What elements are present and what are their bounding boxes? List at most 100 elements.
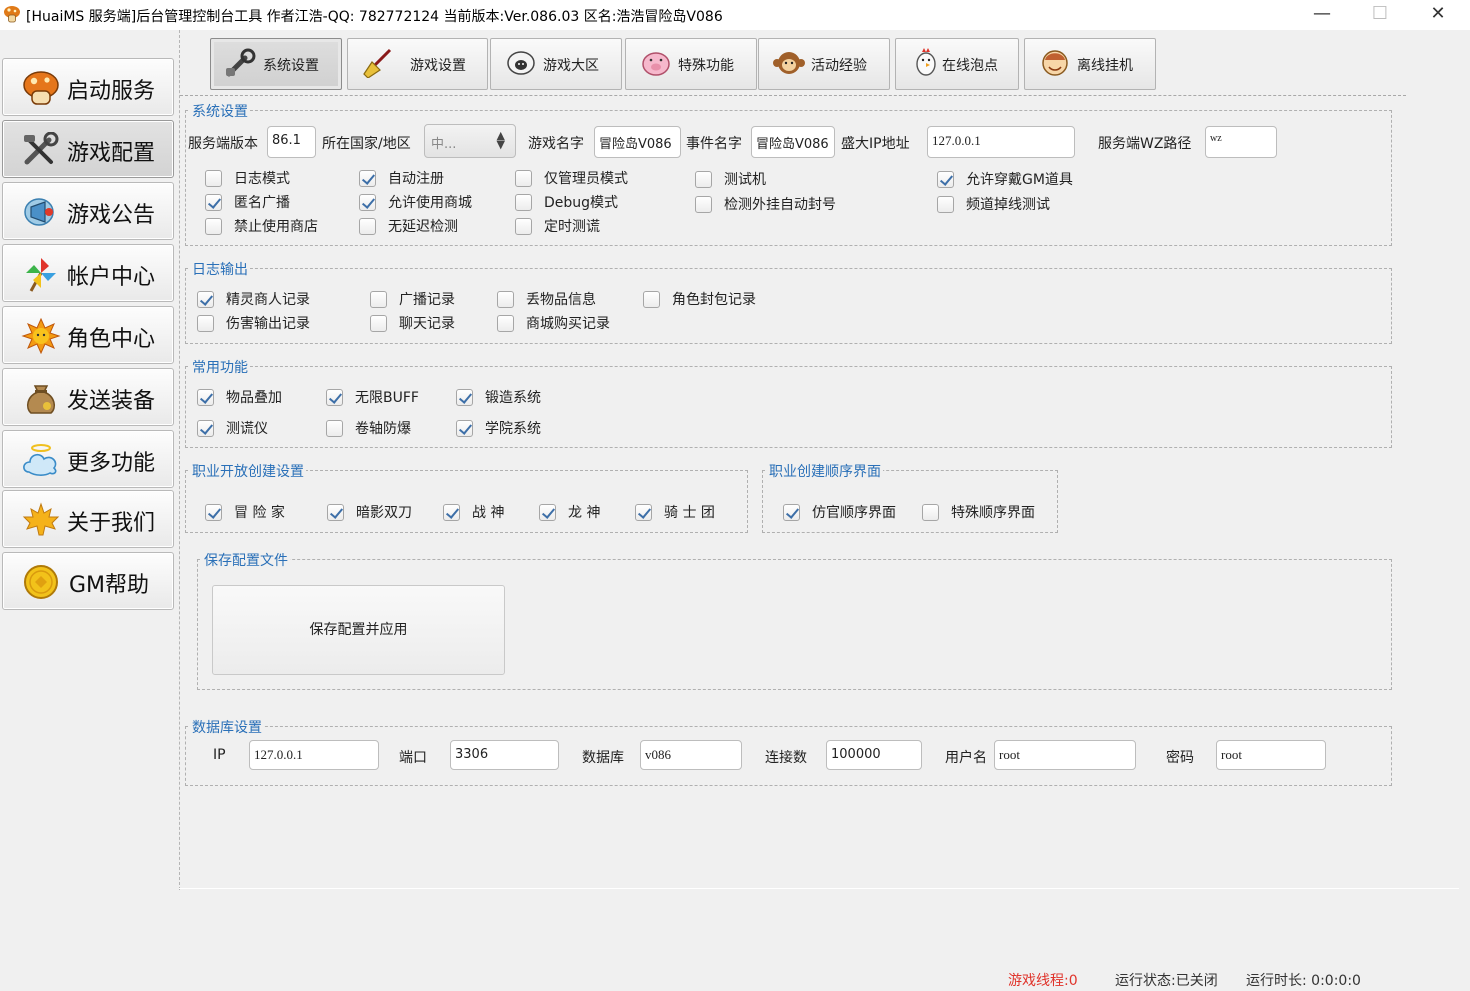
db-port-input[interactable]: 3306 <box>450 740 559 770</box>
checkbox-timed-lie-detector[interactable]: 定时测谎 <box>515 216 600 236</box>
checkbox-box[interactable] <box>327 503 344 521</box>
db-username-input[interactable]: root <box>994 740 1136 770</box>
game-name-input[interactable]: 冒险岛V086 <box>594 126 681 158</box>
checkbox-box[interactable] <box>497 290 514 308</box>
checkbox-special-order[interactable]: 特殊顺序界面 <box>922 502 1035 522</box>
checkbox-box[interactable] <box>539 503 556 521</box>
checkbox-box[interactable] <box>937 195 954 213</box>
checkbox-infinite-buff[interactable]: 无限BUFF <box>326 387 419 407</box>
db-password-input[interactable]: root <box>1216 740 1326 770</box>
checkbox-allow-cash-shop[interactable]: 允许使用商城 <box>359 192 472 212</box>
checkbox-auto-ban-cheats[interactable]: 检测外挂自动封号 <box>695 194 836 214</box>
db-ip-input[interactable]: 127.0.0.1 <box>249 740 379 770</box>
checkbox-admin-only[interactable]: 仅管理员模式 <box>515 168 628 188</box>
checkbox-damage-log[interactable]: 伤害输出记录 <box>197 313 310 333</box>
sidebar-item-game-config[interactable]: 游戏配置 <box>2 120 174 178</box>
db-name-input[interactable]: v086 <box>640 740 742 770</box>
minimize-button[interactable]: — <box>1294 0 1350 30</box>
region-select[interactable]: 中... ▲ ▼ <box>424 124 516 158</box>
checkbox-lie-detector[interactable]: 测谎仪 <box>197 418 268 438</box>
checkbox-box[interactable] <box>643 290 660 308</box>
tab-special-features[interactable]: 特殊功能 <box>625 38 757 90</box>
checkbox-box[interactable] <box>783 503 800 521</box>
checkbox-box[interactable] <box>497 314 514 332</box>
checkbox-broadcast-log[interactable]: 广播记录 <box>370 289 455 309</box>
checkbox-box[interactable] <box>456 419 473 437</box>
sidebar-item-account-center[interactable]: 帐户中心 <box>2 244 174 302</box>
checkbox-box[interactable] <box>205 193 222 211</box>
checkbox-job-evan[interactable]: 龙 神 <box>539 502 600 522</box>
sidebar-item-start-service[interactable]: 启动服务 <box>2 58 174 116</box>
wz-path-input[interactable]: wz <box>1205 126 1277 158</box>
checkbox-allow-gm-items[interactable]: 允许穿戴GM道具 <box>937 169 1073 189</box>
checkbox-box[interactable] <box>205 217 222 235</box>
checkbox-official-order[interactable]: 仿官顺序界面 <box>783 502 896 522</box>
close-button[interactable]: ✕ <box>1410 0 1466 30</box>
save-and-apply-button[interactable]: 保存配置并应用 <box>212 585 505 675</box>
event-name-input[interactable]: 冒险岛V086 <box>751 126 835 158</box>
tab-online-points[interactable]: 在线泡点 <box>895 38 1019 90</box>
checkbox-job-adventurer[interactable]: 冒 险 家 <box>205 502 285 522</box>
checkbox-box[interactable] <box>197 388 214 406</box>
checkbox-box[interactable] <box>515 169 532 187</box>
shanda-ip-input[interactable]: 127.0.0.1 <box>927 126 1075 158</box>
db-connections-input[interactable]: 100000 <box>826 740 922 770</box>
sidebar-item-character-center[interactable]: 角色中心 <box>2 306 174 364</box>
checkbox-box[interactable] <box>515 193 532 211</box>
checkbox-box[interactable] <box>695 170 712 188</box>
checkbox-packet-log[interactable]: 角色封包记录 <box>643 289 756 309</box>
tab-system-settings[interactable]: 系统设置 <box>210 38 342 90</box>
checkbox-debug-mode[interactable]: Debug模式 <box>515 192 618 212</box>
tab-game-region[interactable]: 游戏大区 <box>490 38 622 90</box>
sidebar-item-gm-help[interactable]: GM帮助 <box>2 552 174 610</box>
sidebar-item-send-equipment[interactable]: 发送装备 <box>2 368 174 426</box>
checkbox-academy-system[interactable]: 学院系统 <box>456 418 541 438</box>
checkbox-box[interactable] <box>197 314 214 332</box>
checkbox-box[interactable] <box>515 217 532 235</box>
checkbox-box[interactable] <box>370 290 387 308</box>
checkbox-log-mode[interactable]: 日志模式 <box>205 168 290 188</box>
checkbox-box[interactable] <box>456 388 473 406</box>
checkbox-test-server[interactable]: 测试机 <box>695 169 766 189</box>
checkbox-drop-item-log[interactable]: 丢物品信息 <box>497 289 596 309</box>
checkbox-scroll-protection[interactable]: 卷轴防爆 <box>326 418 411 438</box>
checkbox-forging-system[interactable]: 锻造系统 <box>456 387 541 407</box>
coin-icon <box>24 565 58 599</box>
checkbox-box[interactable] <box>443 503 460 521</box>
checkbox-job-cygnus[interactable]: 骑 士 团 <box>635 502 715 522</box>
sidebar-item-about-us[interactable]: 关于我们 <box>2 490 174 548</box>
checkbox-box[interactable] <box>922 503 939 521</box>
tab-game-settings[interactable]: 游戏设置 <box>347 38 488 90</box>
checkbox-anonymous-broadcast[interactable]: 匿名广播 <box>205 192 290 212</box>
sidebar-item-announcement[interactable]: 游戏公告 <box>2 182 174 240</box>
checkbox-box[interactable] <box>205 169 222 187</box>
checkbox-channel-disconnect-test[interactable]: 频道掉线测试 <box>937 194 1050 214</box>
region-label: 所在国家/地区 <box>322 136 411 152</box>
checkbox-box[interactable] <box>326 388 343 406</box>
server-version-input[interactable]: 86.1 <box>267 126 316 158</box>
checkbox-box[interactable] <box>635 503 652 521</box>
checkbox-cashshop-purchase-log[interactable]: 商城购买记录 <box>497 313 610 333</box>
checkbox-item-stacking[interactable]: 物品叠加 <box>197 387 282 407</box>
checkbox-box[interactable] <box>197 290 214 308</box>
checkbox-job-dual-blade[interactable]: 暗影双刀 <box>327 502 412 522</box>
sidebar-item-more-features[interactable]: 更多功能 <box>2 430 174 488</box>
checkbox-box[interactable] <box>197 419 214 437</box>
checkbox-disable-shop[interactable]: 禁止使用商店 <box>205 216 318 236</box>
tab-offline-afk[interactable]: 离线挂机 <box>1024 38 1156 90</box>
tab-event-exp[interactable]: 活动经验 <box>758 38 890 90</box>
checkbox-box[interactable] <box>937 170 954 188</box>
checkbox-box[interactable] <box>359 169 376 187</box>
checkbox-box[interactable] <box>359 193 376 211</box>
checkbox-merchant-log[interactable]: 精灵商人记录 <box>197 289 310 309</box>
checkbox-auto-register[interactable]: 自动注册 <box>359 168 444 188</box>
checkbox-no-latency-check[interactable]: 无延迟检测 <box>359 216 458 236</box>
checkbox-box[interactable] <box>695 195 712 213</box>
checkbox-chat-log[interactable]: 聊天记录 <box>370 313 455 333</box>
checkbox-box[interactable] <box>205 503 222 521</box>
checkbox-job-aran[interactable]: 战 神 <box>443 502 504 522</box>
checkbox-box[interactable] <box>326 419 343 437</box>
maximize-button[interactable]: ☐ <box>1352 0 1408 30</box>
checkbox-box[interactable] <box>359 217 376 235</box>
checkbox-box[interactable] <box>370 314 387 332</box>
